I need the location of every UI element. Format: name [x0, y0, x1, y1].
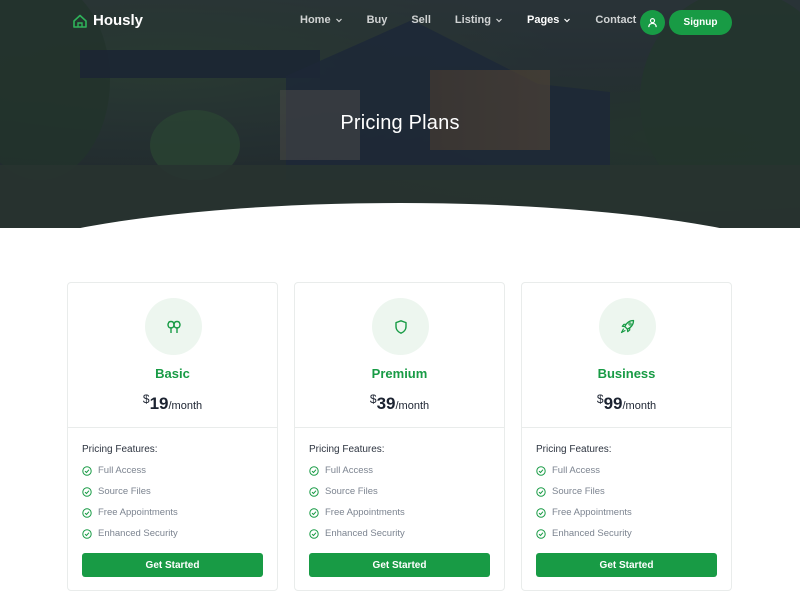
- plan-name: Business: [597, 366, 656, 381]
- check-circle-icon: [536, 486, 546, 497]
- feature-label: Full Access: [98, 465, 147, 476]
- feature-item: Enhanced Security: [536, 528, 632, 539]
- feature-item: Source Files: [536, 486, 605, 497]
- nav-item-contact[interactable]: Contact: [595, 14, 636, 26]
- pricing-card-basic: Basic $19/month Pricing Features: Full A…: [67, 282, 278, 591]
- feature-label: Source Files: [325, 486, 378, 497]
- features-title: Pricing Features:: [82, 444, 158, 455]
- rocket-icon: [620, 319, 635, 334]
- card-divider: [295, 427, 504, 428]
- nav-item-buy[interactable]: Buy: [367, 14, 388, 26]
- price-currency: $: [142, 392, 150, 406]
- check-circle-icon: [82, 465, 92, 476]
- nav-item-label: Sell: [411, 14, 431, 26]
- nav-item-label: Listing: [454, 14, 491, 26]
- check-circle-icon: [82, 486, 92, 497]
- feature-item: Enhanced Security: [309, 528, 405, 539]
- feature-label: Full Access: [552, 465, 601, 476]
- nav-item-label: Home: [300, 14, 331, 26]
- feature-label: Source Files: [552, 486, 605, 497]
- check-circle-icon: [82, 528, 92, 539]
- get-started-button[interactable]: Get Started: [309, 553, 490, 577]
- brand-logo-link[interactable]: Hously: [72, 12, 143, 29]
- price-period: /month: [622, 400, 657, 412]
- get-started-button[interactable]: Get Started: [536, 553, 717, 577]
- check-circle-icon: [536, 528, 546, 539]
- price-amount: 39: [376, 394, 396, 413]
- price-amount: 99: [603, 394, 623, 413]
- chevron-down-icon: [335, 18, 342, 23]
- plan-name: Premium: [371, 366, 428, 381]
- feature-item: Free Appointments: [309, 507, 405, 518]
- check-circle-icon: [309, 465, 319, 476]
- price-currency: $: [596, 392, 604, 406]
- feature-item: Free Appointments: [82, 507, 178, 518]
- plan-icon-badge: [145, 298, 202, 355]
- tree-icon: [166, 320, 181, 333]
- feature-item: Enhanced Security: [82, 528, 178, 539]
- check-circle-icon: [536, 465, 546, 476]
- feature-item: Source Files: [309, 486, 378, 497]
- feature-label: Free Appointments: [98, 507, 178, 518]
- nav-item-sell[interactable]: Sell: [411, 14, 431, 26]
- feature-item: Free Appointments: [536, 507, 632, 518]
- main-nav: Home Buy Sell Listing Pages Contact: [300, 14, 660, 26]
- feature-label: Enhanced Security: [552, 528, 632, 539]
- pricing-card-business: Business $99/month Pricing Features: Ful…: [521, 282, 732, 591]
- nav-item-home[interactable]: Home: [300, 14, 343, 26]
- card-divider: [522, 427, 731, 428]
- nav-item-label: Buy: [366, 14, 388, 26]
- feature-label: Free Appointments: [325, 507, 405, 518]
- pricing-card-premium: Premium $39/month Pricing Features: Full…: [294, 282, 505, 591]
- feature-item: Full Access: [309, 465, 373, 476]
- price-period: /month: [395, 400, 430, 412]
- feature-item: Full Access: [82, 465, 146, 476]
- brand-name: Hously: [93, 12, 144, 29]
- plan-price: $39/month: [295, 392, 504, 414]
- chevron-down-icon: [564, 18, 571, 23]
- feature-label: Enhanced Security: [98, 528, 178, 539]
- check-circle-icon: [309, 528, 319, 539]
- check-circle-icon: [309, 507, 319, 518]
- feature-label: Free Appointments: [552, 507, 632, 518]
- signup-button[interactable]: Signup: [669, 10, 732, 35]
- plan-price: $19/month: [68, 392, 277, 414]
- feature-item: Full Access: [536, 465, 600, 476]
- feature-label: Full Access: [325, 465, 374, 476]
- features-title: Pricing Features:: [309, 444, 385, 455]
- nav-item-label: Contact: [595, 14, 637, 26]
- nav-item-listing[interactable]: Listing: [455, 14, 503, 26]
- check-circle-icon: [536, 507, 546, 518]
- nav-item-pages[interactable]: Pages: [527, 14, 571, 26]
- price-amount: 19: [149, 394, 169, 413]
- features-title: Pricing Features:: [536, 444, 612, 455]
- feature-item: Source Files: [82, 486, 151, 497]
- feature-label: Enhanced Security: [325, 528, 405, 539]
- check-circle-icon: [309, 486, 319, 497]
- check-circle-icon: [82, 507, 92, 518]
- plan-price: $99/month: [522, 392, 731, 414]
- user-icon: [648, 18, 657, 28]
- account-button[interactable]: [640, 10, 665, 35]
- get-started-button[interactable]: Get Started: [82, 553, 263, 577]
- plan-name: Basic: [155, 366, 190, 381]
- plan-icon-badge: [372, 298, 429, 355]
- plan-icon-badge: [599, 298, 656, 355]
- shield-icon: [394, 319, 407, 334]
- home-icon: [73, 14, 87, 28]
- nav-item-label: Pages: [526, 14, 560, 26]
- feature-label: Source Files: [98, 486, 151, 497]
- price-currency: $: [369, 392, 377, 406]
- page-title: Pricing Plans: [340, 112, 460, 134]
- card-divider: [68, 427, 277, 428]
- price-period: /month: [168, 400, 203, 412]
- chevron-down-icon: [496, 18, 502, 23]
